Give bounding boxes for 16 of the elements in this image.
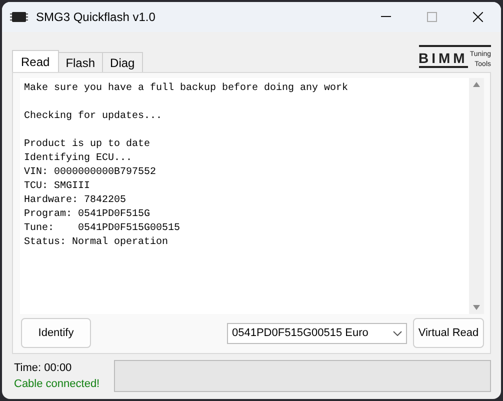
scroll-up-icon[interactable] <box>473 82 480 87</box>
minimize-icon <box>381 16 391 18</box>
close-icon <box>473 12 483 22</box>
identify-button[interactable]: Identify <box>21 318 91 348</box>
time-label: Time: 00:00 <box>14 361 73 376</box>
tune-dropdown[interactable]: 0541PD0F515G00515 Euro <box>227 322 407 344</box>
chip-icon <box>10 11 28 23</box>
tab[interactable]: Read <box>12 50 59 72</box>
connection-status: Cable connected! <box>14 377 100 392</box>
scrollbar[interactable] <box>469 78 484 314</box>
chevron-down-icon <box>393 330 402 336</box>
maximize-icon <box>427 12 437 22</box>
virtual-read-button[interactable]: Virtual Read <box>413 318 484 348</box>
window-title: SMG3 Quickflash v1.0 <box>36 10 156 24</box>
scroll-down-icon[interactable] <box>473 305 480 310</box>
tab[interactable]: Diag <box>102 52 143 72</box>
